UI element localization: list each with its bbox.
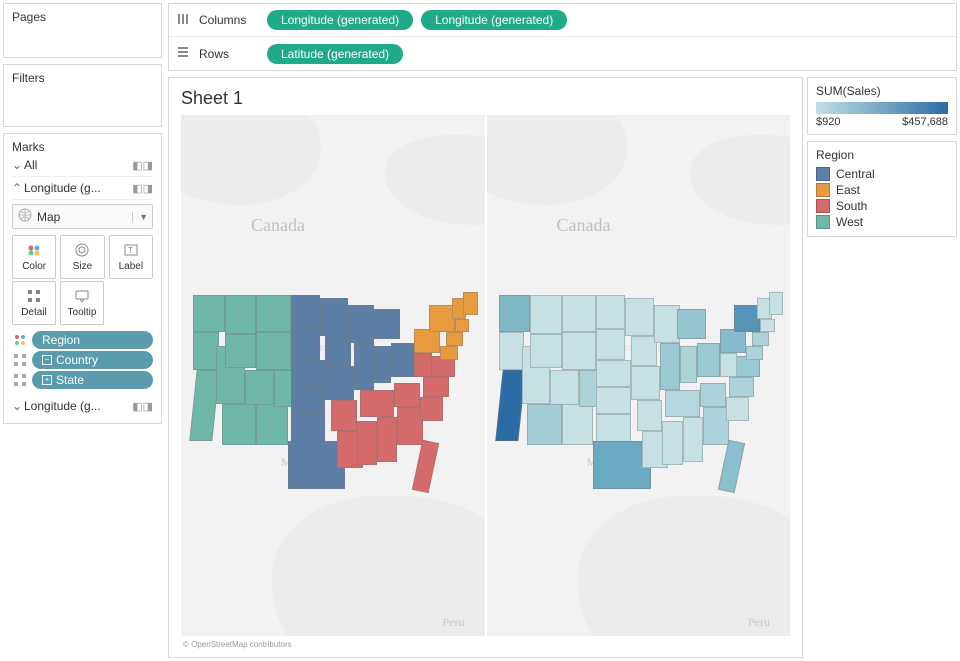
detail-icon <box>26 288 42 304</box>
columns-icon <box>177 13 191 28</box>
map-label-canada: Canada <box>251 215 305 236</box>
legend-item-south[interactable]: South <box>816 198 948 214</box>
collapse-icon: − <box>42 355 52 365</box>
size-button[interactable]: Size <box>60 235 104 279</box>
viz-canvas[interactable]: Sheet 1 Canada Mexico Peru United States <box>168 77 803 658</box>
size-icon <box>74 242 90 258</box>
marks-pill-country[interactable]: −Country <box>12 351 153 369</box>
marks-axis1-label: Longitude (g... <box>24 181 132 195</box>
legend-region[interactable]: Region Central East South West <box>807 141 957 237</box>
marks-axis2-row[interactable]: ⌄ Longitude (g... ◧◨ <box>12 395 153 417</box>
dropdown-arrow-icon: ▼ <box>132 212 148 222</box>
tooltip-icon <box>74 288 90 304</box>
legend-label: East <box>836 183 860 197</box>
marks-all-row[interactable]: ⌄ All ◧◨ <box>12 154 153 177</box>
marks-title: Marks <box>12 140 153 154</box>
rows-shelf[interactable]: Rows Latitude (generated) <box>169 37 956 70</box>
chevron-down-icon: ⌄ <box>12 158 24 172</box>
sheet-title[interactable]: Sheet 1 <box>181 88 790 109</box>
legend-item-central[interactable]: Central <box>816 166 948 182</box>
legend-swatch <box>816 183 830 197</box>
tooltip-button[interactable]: Tooltip <box>60 281 104 325</box>
columns-label: Columns <box>199 13 259 27</box>
mark-type-label: Map <box>37 210 60 224</box>
marks-card: Marks ⌄ All ◧◨ ⌃ Longitude (g... ◧◨ Map … <box>3 133 162 424</box>
marks-axis1-row[interactable]: ⌃ Longitude (g... ◧◨ <box>12 177 153 200</box>
marks-all-label: All <box>24 158 132 172</box>
presets-icon: ◧◨ <box>132 182 153 195</box>
pill-state[interactable]: +State <box>32 371 153 389</box>
rows-icon <box>177 46 191 61</box>
filters-title: Filters <box>12 71 153 85</box>
columns-shelf[interactable]: Columns Longitude (generated) Longitude … <box>169 4 956 37</box>
ramp-min: $920 <box>816 116 840 128</box>
legend-item-west[interactable]: West <box>816 214 948 230</box>
pill-country[interactable]: −Country <box>32 351 153 369</box>
map-label-peru: Peru <box>443 615 465 630</box>
map-label-canada: Canada <box>557 215 611 236</box>
map-label-peru: Peru <box>748 615 770 630</box>
ramp-max: $457,688 <box>902 116 948 128</box>
map-pane-2[interactable]: Canada Mexico Peru United States <box>487 115 791 636</box>
marks-pill-state[interactable]: +State <box>12 371 153 389</box>
filters-shelf[interactable]: Filters <box>3 64 162 127</box>
legend-swatch <box>816 167 830 181</box>
marks-pill-region[interactable]: Region <box>12 331 153 349</box>
legend-swatch <box>816 199 830 213</box>
color-ramp <box>816 102 948 114</box>
pill-longitude-2[interactable]: Longitude (generated) <box>421 10 567 30</box>
pill-longitude-1[interactable]: Longitude (generated) <box>267 10 413 30</box>
pages-title: Pages <box>12 10 153 24</box>
label-button[interactable]: T Label <box>109 235 153 279</box>
col-row-shelves: Columns Longitude (generated) Longitude … <box>168 3 957 71</box>
svg-text:T: T <box>128 246 133 255</box>
presets-icon: ◧◨ <box>132 400 153 413</box>
us-map-1 <box>193 295 481 465</box>
color-icon <box>26 242 42 258</box>
chevron-down-icon: ⌄ <box>12 399 24 413</box>
us-map-2 <box>499 295 787 465</box>
legend-swatch <box>816 215 830 229</box>
pages-shelf[interactable]: Pages <box>3 3 162 58</box>
legend-sales[interactable]: SUM(Sales) $920 $457,688 <box>807 77 957 135</box>
pill-region[interactable]: Region <box>32 331 153 349</box>
legend-label: Central <box>836 167 875 181</box>
presets-icon: ◧◨ <box>132 159 153 172</box>
detail-button[interactable]: Detail <box>12 281 56 325</box>
pill-latitude[interactable]: Latitude (generated) <box>267 44 403 64</box>
globe-icon <box>17 207 33 226</box>
detail-small-icon <box>12 373 28 387</box>
color-dots-icon <box>12 333 28 347</box>
rows-label: Rows <box>199 47 259 61</box>
expand-icon: + <box>42 375 52 385</box>
legend-label: West <box>836 215 863 229</box>
legend-sales-title: SUM(Sales) <box>816 84 948 98</box>
map-attribution: © OpenStreetMap contributors <box>181 636 790 653</box>
detail-small-icon <box>12 353 28 367</box>
legend-item-east[interactable]: East <box>816 182 948 198</box>
map-container: Canada Mexico Peru United States <box>181 115 790 636</box>
legend-region-title: Region <box>816 148 948 162</box>
chevron-up-icon: ⌃ <box>12 181 24 195</box>
legend-label: South <box>836 199 867 213</box>
mark-type-selector[interactable]: Map ▼ <box>12 204 153 229</box>
label-icon: T <box>123 242 139 258</box>
color-button[interactable]: Color <box>12 235 56 279</box>
marks-axis2-label: Longitude (g... <box>24 399 132 413</box>
map-pane-1[interactable]: Canada Mexico Peru United States <box>181 115 485 636</box>
